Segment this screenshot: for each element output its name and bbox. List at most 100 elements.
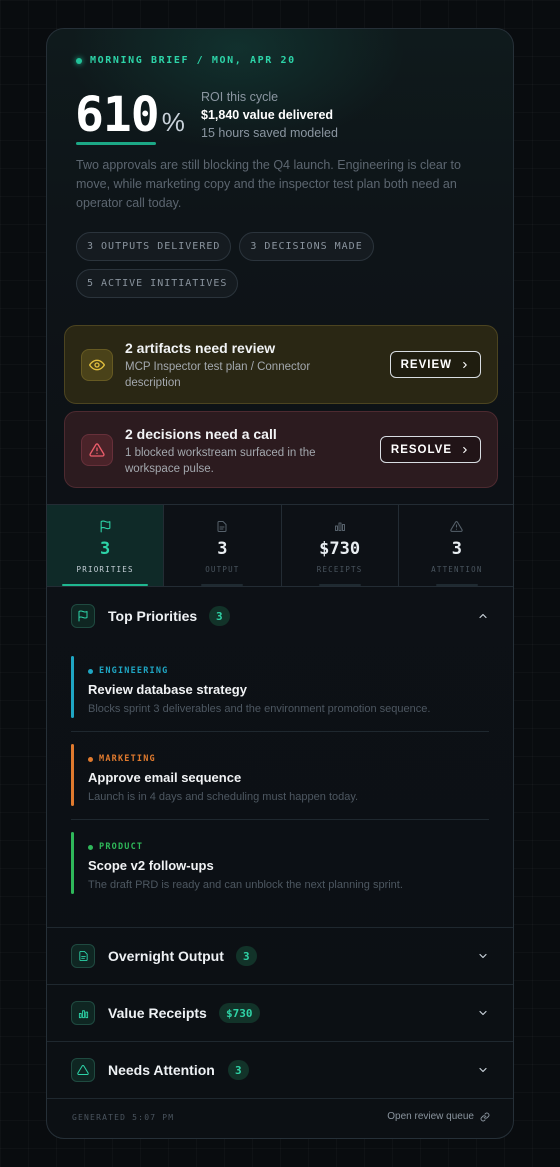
morning-brief-card: MORNING BRIEF / MON, APR 20 610 % ROI th…	[46, 28, 514, 1139]
warning-icon	[71, 1058, 95, 1082]
value-delivered: $1,840 value delivered	[201, 108, 334, 122]
chevron-right-icon	[463, 446, 467, 453]
review-alert-title: 2 artifacts need review	[125, 340, 276, 356]
receipts-title: Value Receipts	[108, 1005, 207, 1021]
chip-outputs: 3 OUTPUTS DELIVERED	[76, 232, 232, 261]
roi-caption: ROI this cycle	[201, 90, 279, 104]
resolve-alert-subtitle: 1 blocked workstream surfaced in the wor…	[125, 447, 316, 475]
priority-title: Review database strategy	[88, 682, 247, 697]
tag-dot	[88, 756, 93, 762]
chip-initiatives: 5 ACTIVE INITIATIVES	[76, 269, 239, 298]
tab-priorities-value: 3	[100, 539, 111, 559]
review-button-label: REVIEW	[400, 358, 452, 371]
card-footer: GENERATED 5:07 PM Open review queue	[47, 1098, 513, 1138]
roi-number: 610	[75, 87, 160, 143]
receipts-section-header[interactable]: Value Receipts $730	[47, 985, 513, 1041]
priority-tag-label: MARKETING	[99, 754, 156, 764]
priority-item-engineering[interactable]: ENGINEERING Review database strategy Blo…	[71, 656, 489, 718]
review-button[interactable]: REVIEW	[389, 351, 481, 378]
tab-receipts[interactable]: $730 RECEIPTS	[282, 505, 399, 586]
link-icon	[480, 1112, 490, 1121]
tab-receipts-label: RECEIPTS	[316, 565, 363, 574]
chevron-up-icon[interactable]	[477, 610, 489, 622]
open-review-queue-label: Open review queue	[387, 1111, 474, 1122]
tab-indicator	[62, 584, 149, 586]
flag-icon	[99, 519, 112, 533]
warning-icon	[450, 519, 464, 533]
attention-title: Needs Attention	[108, 1062, 215, 1078]
document-icon	[71, 944, 95, 968]
priority-divider	[71, 731, 489, 732]
attention-section-header[interactable]: Needs Attention 3	[47, 1042, 513, 1098]
output-section-header[interactable]: Overnight Output 3	[47, 928, 513, 984]
resolve-alert: 2 decisions need a call 1 blocked workst…	[64, 411, 498, 488]
priority-accent-bar	[71, 832, 74, 894]
resolve-alert-title: 2 decisions need a call	[125, 426, 277, 442]
roi-meta: ROI this cycle $1,840 value delivered 15…	[201, 88, 338, 142]
priorities-count-badge: 3	[209, 606, 230, 626]
tab-receipts-value: $730	[319, 539, 361, 559]
priority-subtitle: Launch is in 4 days and scheduling must …	[88, 791, 359, 803]
tag-dot	[88, 844, 93, 850]
attention-count-badge: 3	[228, 1060, 249, 1080]
review-alert-subtitle: MCP Inspector test plan / Connector desc…	[125, 361, 311, 389]
open-review-queue-link[interactable]: Open review queue	[387, 1111, 490, 1122]
priority-accent-bar	[71, 656, 74, 718]
tab-indicator	[201, 584, 244, 586]
tab-priorities[interactable]: 3 PRIORITIES	[47, 505, 165, 586]
chevron-down-icon[interactable]	[477, 1007, 489, 1019]
priorities-title: Top Priorities	[108, 608, 198, 624]
priority-tag: ENGINEERING	[88, 666, 169, 676]
tab-attention-value: 3	[451, 539, 462, 559]
chip-decisions: 3 DECISIONS MADE	[239, 232, 374, 261]
resolve-button-label: RESOLVE	[390, 443, 452, 456]
output-count-badge: 3	[236, 946, 257, 966]
priority-subtitle: The draft PRD is ready and can unblock t…	[88, 879, 403, 891]
roi-value: 610 %	[75, 85, 185, 145]
flag-icon	[71, 604, 95, 628]
chevron-down-icon[interactable]	[477, 950, 489, 962]
tab-output-label: OUTPUT	[205, 565, 240, 574]
live-dot	[76, 57, 82, 64]
resolve-button[interactable]: RESOLVE	[379, 436, 481, 463]
roi-underline	[76, 142, 156, 145]
priority-item-product[interactable]: PRODUCT Scope v2 follow-ups The draft PR…	[71, 832, 489, 894]
brief-tag: MORNING BRIEF / MON, APR 20	[76, 55, 296, 66]
tab-indicator	[318, 584, 361, 586]
tab-output[interactable]: 3 OUTPUT	[164, 505, 282, 586]
generated-timestamp: GENERATED 5:07 PM	[72, 1113, 175, 1122]
priorities-section-header[interactable]: Top Priorities 3	[47, 588, 513, 644]
priority-divider	[71, 819, 489, 820]
chevron-down-icon[interactable]	[477, 1064, 489, 1076]
brief-label: MORNING BRIEF / MON, APR 20	[90, 55, 296, 66]
bar-chart-icon	[334, 519, 346, 533]
priority-item-marketing[interactable]: MARKETING Approve email sequence Launch …	[71, 744, 489, 806]
priority-tag: MARKETING	[88, 754, 156, 764]
priority-subtitle: Blocks sprint 3 deliverables and the env…	[88, 703, 431, 715]
priority-tag-label: ENGINEERING	[99, 666, 169, 676]
tab-attention-label: ATTENTION	[431, 565, 483, 574]
priority-title: Scope v2 follow-ups	[88, 858, 214, 873]
priority-tag-label: PRODUCT	[99, 842, 144, 852]
brief-summary: Two approvals are still blocking the Q4 …	[76, 158, 461, 210]
tab-priorities-label: PRIORITIES	[76, 565, 134, 574]
priority-accent-bar	[71, 744, 74, 806]
priority-tag: PRODUCT	[88, 842, 143, 852]
tab-output-value: 3	[217, 539, 228, 559]
stat-tabs: 3 PRIORITIES 3 OUTPUT $730 RECEIPTS 3 AT…	[47, 504, 513, 587]
eye-icon	[81, 348, 113, 381]
tab-indicator	[435, 584, 478, 586]
review-alert: 2 artifacts need review MCP Inspector te…	[64, 325, 498, 404]
stat-chips: 3 OUTPUTS DELIVERED 3 DECISIONS MADE 5 A…	[76, 232, 496, 298]
receipts-value-badge: $730	[219, 1003, 260, 1023]
chevron-right-icon	[463, 361, 467, 368]
bar-chart-icon	[71, 1001, 95, 1025]
document-icon	[216, 519, 228, 533]
hours-saved: 15 hours saved modeled	[201, 126, 338, 140]
tag-dot	[88, 668, 93, 674]
warning-icon	[81, 433, 113, 466]
output-title: Overnight Output	[108, 948, 224, 964]
priority-title: Approve email sequence	[88, 770, 242, 785]
tab-attention[interactable]: 3 ATTENTION	[399, 505, 513, 586]
roi-unit: %	[161, 107, 185, 137]
